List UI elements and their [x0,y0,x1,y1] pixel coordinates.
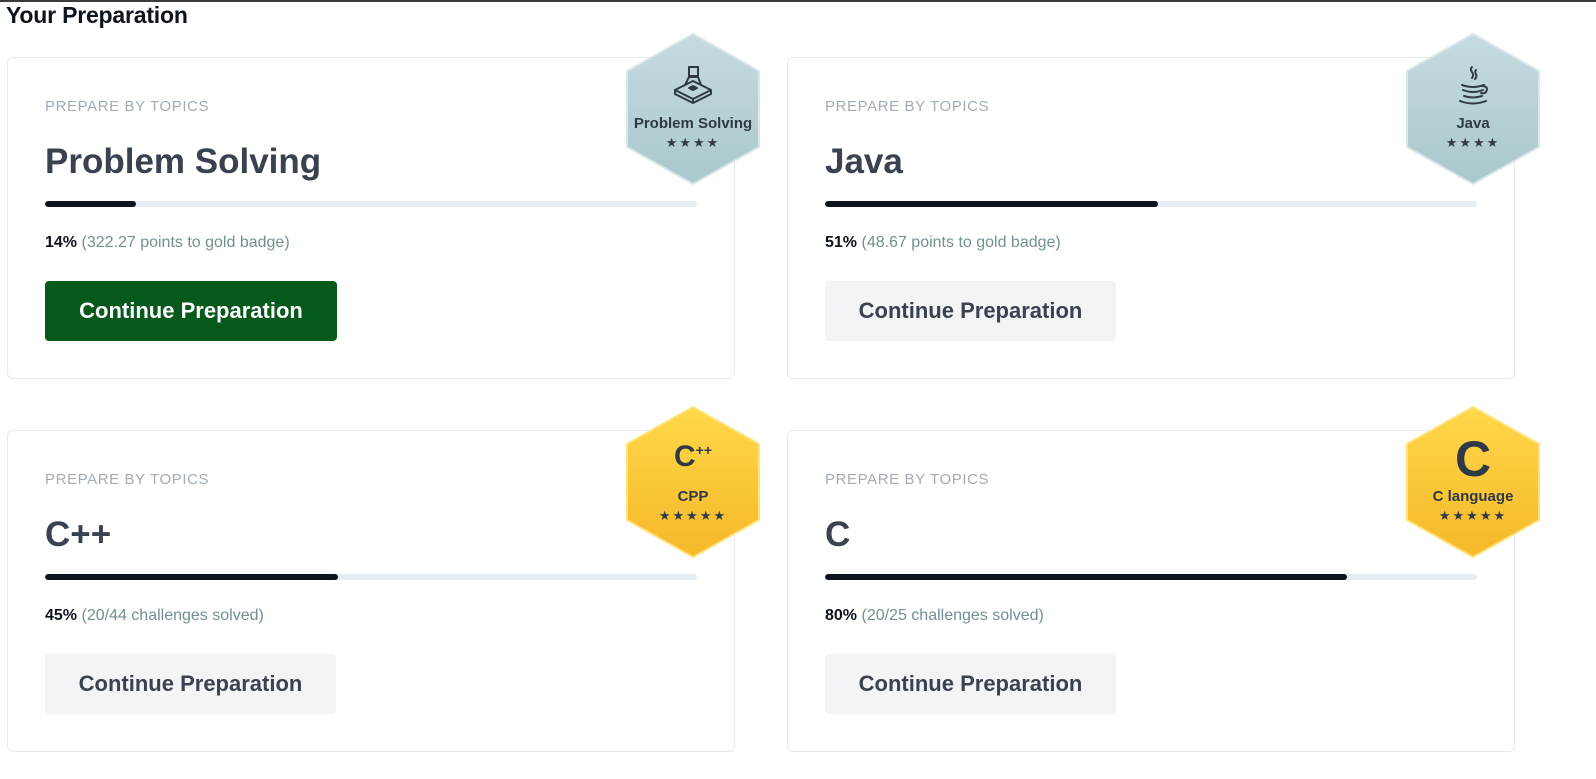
progress-text: 14% (322.27 points to gold badge) [45,234,290,252]
progress-fill [45,201,137,207]
progress-text: 51% (48.67 points to gold badge) [825,234,1061,252]
card-title: C [825,515,851,554]
badge-stars: ★★★★★ [658,508,728,523]
continue-preparation-button[interactable]: Continue Preparation [45,281,337,341]
badge-label: C language [1432,488,1514,505]
progress-text: 45% (20/44 challenges solved) [45,607,264,625]
progress-detail: (322.27 points to gold badge) [81,234,290,251]
topic-card-problem-solving: PREPARE BY TOPICS Problem Solving 14% (3… [7,33,760,379]
progress-fill [45,574,339,580]
continue-preparation-button[interactable]: Continue Preparation [825,654,1116,714]
progress-percent: 14% [45,234,78,251]
c-language-icon: C [1403,434,1543,484]
cpp-icon: C++ [623,440,763,474]
progress-bar [825,201,1477,207]
progress-bar [45,574,697,580]
badge-c-language: C C language ★★★★★ [1403,404,1543,560]
progress-text: 80% (20/25 challenges solved) [825,607,1044,625]
badge-cpp: C++ CPP ★★★★★ [623,404,763,560]
progress-percent: 80% [825,607,858,624]
c-glyph-letter: C [1454,431,1492,487]
progress-detail: (48.67 points to gold badge) [861,234,1061,251]
progress-bar [825,574,1477,580]
card-title: C++ [45,515,112,554]
continue-preparation-button[interactable]: Continue Preparation [45,654,336,714]
section-title: Your Preparation [6,2,188,28]
progress-fill [825,201,1158,207]
badge-label: CPP [677,488,709,505]
badge-label: Java [1456,115,1490,132]
badge-stars: ★★★★ [1445,135,1501,150]
badge-stars: ★★★★ [665,135,721,150]
progress-fill [825,574,1347,580]
card-eyebrow: PREPARE BY TOPICS [825,98,990,115]
cpp-glyph-letter: C [673,440,696,473]
card-eyebrow: PREPARE BY TOPICS [45,98,210,115]
hexagon-badge-shape [626,406,760,558]
topic-card-cpp: PREPARE BY TOPICS C++ 45% (20/44 challen… [7,406,760,752]
progress-detail: (20/25 challenges solved) [861,607,1044,624]
topic-card-c: PREPARE BY TOPICS C 80% (20/25 challenge… [787,406,1540,752]
cpp-glyph-plus: ++ [695,442,713,458]
java-icon [1403,65,1543,112]
progress-detail: (20/44 challenges solved) [81,607,264,624]
preparation-page: Your Preparation PREPARE BY TOPICS Probl… [0,0,1596,779]
problem-solving-icon [623,61,763,110]
badge-stars: ★★★★★ [1438,508,1508,523]
topic-card-java: PREPARE BY TOPICS Java 51% (48.67 points… [787,33,1540,379]
badge-label: Problem Solving [633,115,753,132]
progress-percent: 51% [825,234,858,251]
card-eyebrow: PREPARE BY TOPICS [45,471,210,488]
badge-java: Java ★★★★ [1403,31,1543,187]
card-title: Problem Solving [45,142,322,181]
continue-preparation-button[interactable]: Continue Preparation [825,281,1116,341]
card-eyebrow: PREPARE BY TOPICS [825,471,990,488]
progress-percent: 45% [45,607,78,624]
card-title: Java [825,142,903,181]
progress-bar [45,201,697,207]
badge-problem-solving: Problem Solving ★★★★ [623,31,763,187]
